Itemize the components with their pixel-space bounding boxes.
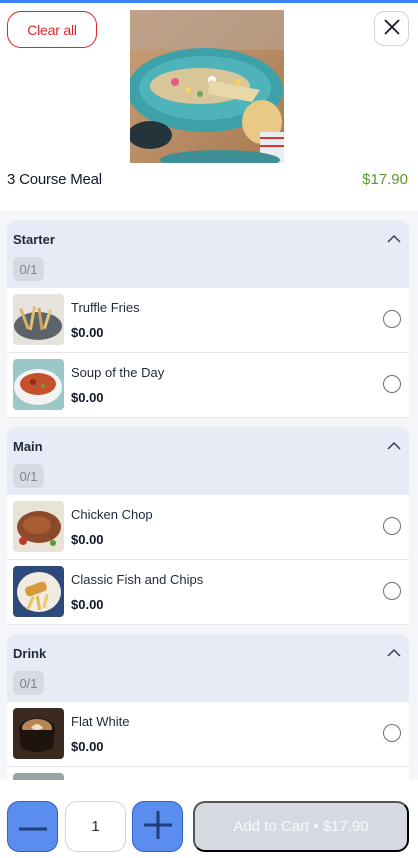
chevron-up-icon[interactable]: [387, 438, 401, 456]
option-group-drink: Drink 0/1 Flat White $0.00: [7, 634, 409, 780]
list-item[interactable]: Flat White $0.00: [7, 702, 409, 767]
item-radio[interactable]: [383, 724, 401, 742]
group-header[interactable]: Drink 0/1: [7, 634, 409, 702]
options-list[interactable]: Starter 0/1 Truffle Fries $0.00 Soup of …: [0, 210, 418, 780]
group-header[interactable]: Main 0/1: [7, 427, 409, 495]
close-icon: [383, 19, 400, 38]
soup-image: [13, 359, 64, 410]
option-group-main: Main 0/1 Chicken Chop $0.00 Classic Fish…: [7, 427, 409, 625]
group-header[interactable]: Starter 0/1: [7, 220, 409, 288]
meal-hero-image: [130, 10, 284, 163]
clear-all-button[interactable]: Clear all: [7, 11, 97, 48]
group-title: Main: [13, 439, 43, 454]
meal-price: $17.90: [362, 171, 408, 188]
item-price: $0.00: [71, 390, 104, 405]
item-name: Flat White: [71, 714, 130, 729]
fish-chips-image: [13, 566, 64, 617]
list-item[interactable]: Truffle Fries $0.00: [7, 288, 409, 353]
group-title: Drink: [13, 646, 47, 661]
quantity-value[interactable]: 1: [65, 801, 126, 852]
item-price: $0.00: [71, 532, 104, 547]
group-selection-count: 0/1: [13, 464, 44, 488]
cart-footer: 1 Add to Cart • $17.90: [0, 790, 418, 858]
next-item-image: [13, 773, 64, 780]
group-title: Starter: [13, 232, 55, 247]
meal-title: 3 Course Meal: [7, 171, 102, 188]
list-item[interactable]: Soup of the Day $0.00: [7, 353, 409, 418]
item-name: Soup of the Day: [71, 365, 165, 380]
item-price: $0.00: [71, 739, 104, 754]
add-to-cart-button[interactable]: Add to Cart • $17.90: [193, 801, 409, 852]
close-button[interactable]: [374, 11, 409, 46]
minus-icon: [18, 819, 47, 834]
decrease-quantity-button[interactable]: [7, 801, 58, 852]
increase-quantity-button[interactable]: [132, 801, 183, 852]
coffee-image: [13, 708, 64, 759]
fries-image: [13, 294, 64, 345]
chevron-up-icon[interactable]: [387, 231, 401, 249]
chevron-up-icon[interactable]: [387, 645, 401, 663]
list-item[interactable]: Classic Fish and Chips $0.00: [7, 560, 409, 625]
item-radio[interactable]: [383, 375, 401, 393]
item-price: $0.00: [71, 597, 104, 612]
item-radio[interactable]: [383, 582, 401, 600]
option-group-starter: Starter 0/1 Truffle Fries $0.00 Soup of …: [7, 220, 409, 418]
list-item[interactable]: Chicken Chop $0.00: [7, 495, 409, 560]
item-name: Chicken Chop: [71, 507, 153, 522]
item-name: Classic Fish and Chips: [71, 572, 204, 587]
item-radio[interactable]: [383, 517, 401, 535]
item-name: Truffle Fries: [71, 300, 140, 315]
meal-header: Clear all 3 Course Meal $17.90: [0, 3, 418, 210]
chicken-image: [13, 501, 64, 552]
list-item[interactable]: [7, 767, 409, 780]
item-radio[interactable]: [383, 310, 401, 328]
item-price: $0.00: [71, 325, 104, 340]
group-selection-count: 0/1: [13, 671, 44, 695]
group-selection-count: 0/1: [13, 257, 44, 281]
plus-icon: [143, 811, 172, 842]
